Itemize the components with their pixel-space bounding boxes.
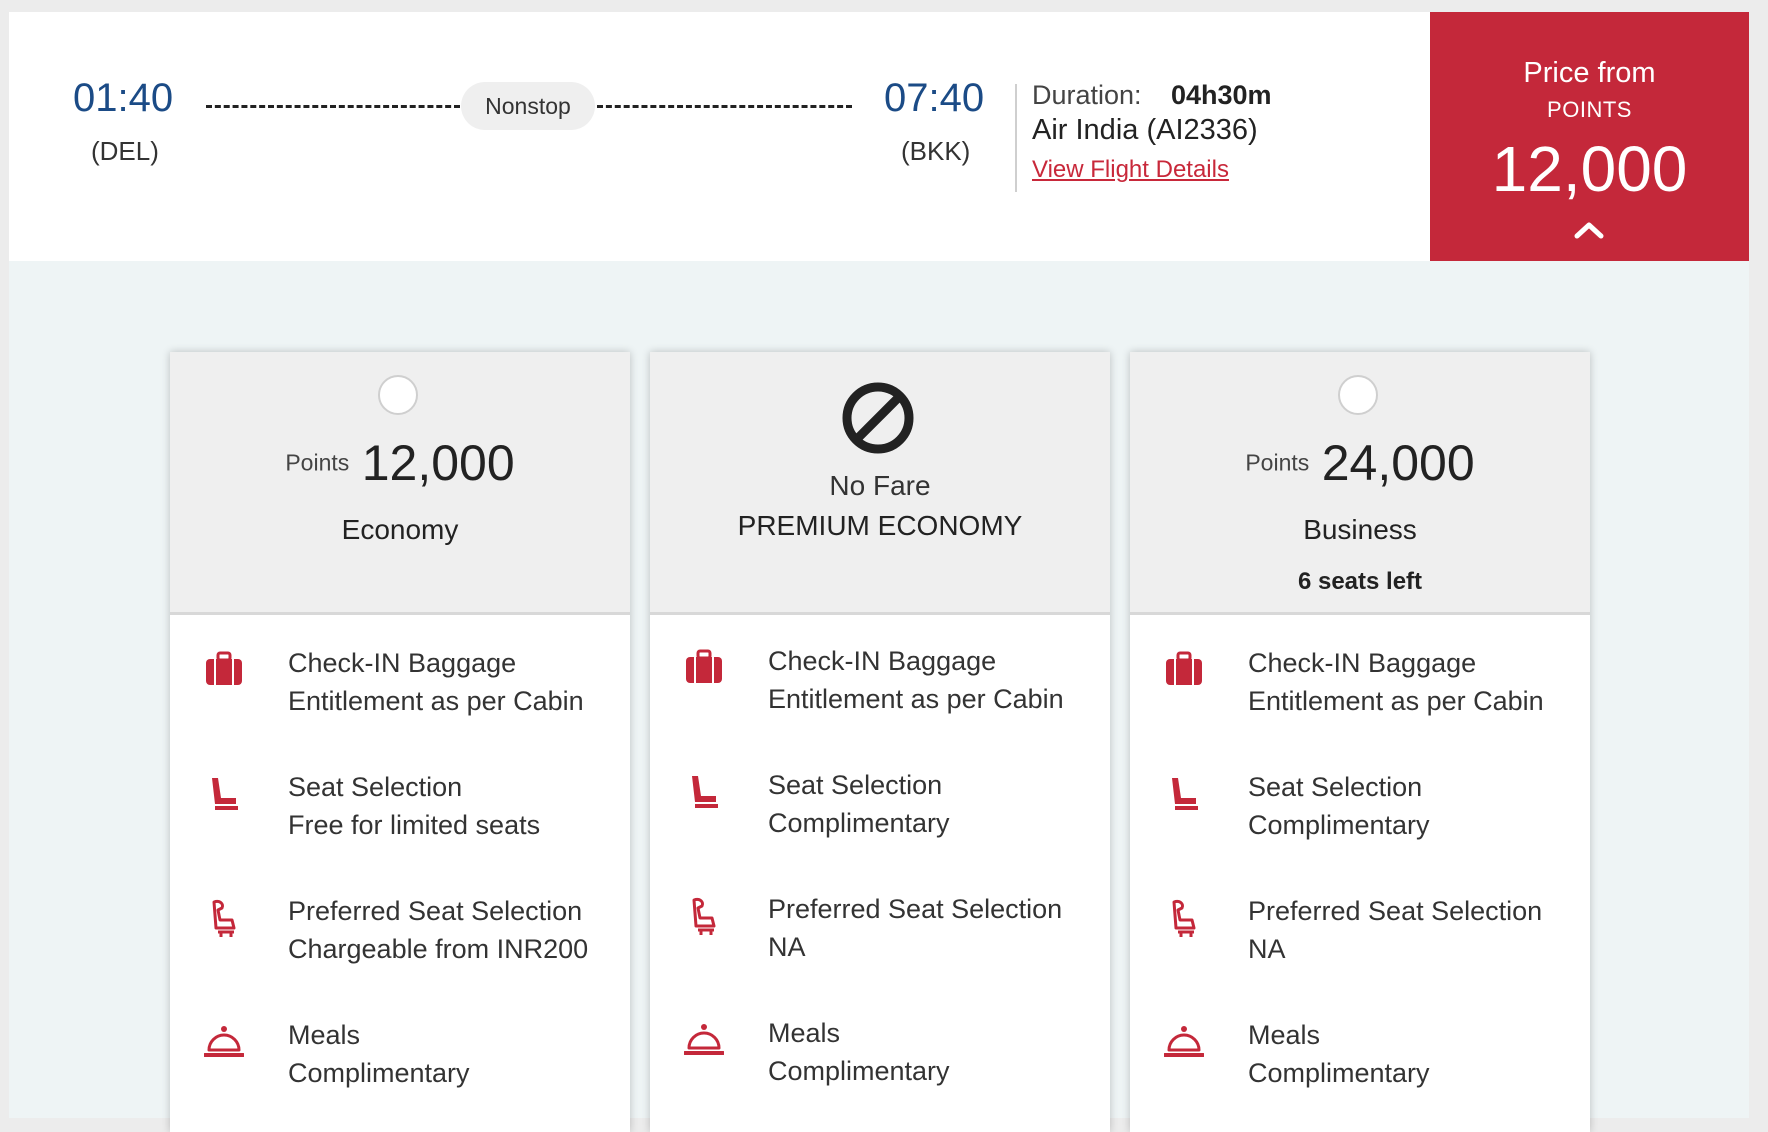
feature-title: Check-IN Baggage: [768, 646, 997, 676]
feature-title: Meals: [768, 1018, 841, 1048]
departure-time: 01:40: [73, 76, 174, 120]
price-value: 12,000: [1491, 133, 1688, 205]
flight-result-panel: 01:40 (DEL) Nonstop 07:40 (BKK) Duration…: [9, 12, 1749, 1132]
points-value: 12,000: [361, 435, 515, 491]
fare-card-economy: Points 12,000 Economy Check-IN Baggage E…: [170, 352, 630, 1132]
arrival-time: 07:40: [884, 76, 985, 120]
no-fare-icon: [842, 382, 914, 454]
flight-summary: 01:40 (DEL) Nonstop 07:40 (BKK) Duration…: [9, 12, 1749, 261]
seats-left-badge: 6 seats left: [1297, 568, 1423, 595]
feature-value: Entitlement as per Cabin: [768, 684, 1064, 714]
price-from-toggle[interactable]: Price from POINTS 12,000: [1430, 12, 1749, 261]
feature-title: Preferred Seat Selection: [288, 896, 583, 926]
feature-value: Complimentary: [768, 1056, 950, 1086]
price-title: Price from: [1523, 57, 1656, 89]
baggage-icon: [686, 649, 722, 683]
feature-value: Complimentary: [1248, 1058, 1430, 1088]
cabin-name: PREMIUM ECONOMY: [737, 510, 1023, 541]
points-value: 24,000: [1321, 435, 1475, 491]
seat-icon: [212, 778, 238, 810]
preferred-seat-icon: [212, 900, 236, 937]
seat-icon: [1172, 778, 1198, 810]
feature-value: Complimentary: [288, 1058, 470, 1088]
fare-card-header: Points 24,000 Business 6 seats left: [1130, 352, 1590, 615]
feature-title: Meals: [288, 1020, 361, 1050]
feature-title: Preferred Seat Selection: [1248, 896, 1543, 926]
seat-icon: [692, 776, 718, 808]
meal-icon: [204, 1026, 244, 1057]
feature-title: Seat Selection: [768, 770, 943, 800]
fare-points: Points 12,000: [170, 434, 630, 492]
feature-value: NA: [1248, 934, 1286, 964]
price-unit: POINTS: [1547, 97, 1632, 122]
fare-card-header: No Fare PREMIUM ECONOMY: [650, 352, 1110, 615]
departure-airport: (DEL): [91, 136, 159, 166]
cabin-name: Business: [1303, 514, 1417, 545]
no-fare-label: No Fare: [829, 470, 931, 501]
feature-value: Chargeable from INR200: [288, 934, 589, 964]
fare-card-premium-economy: No Fare PREMIUM ECONOMY Check-IN Baggage…: [650, 352, 1110, 1132]
feature-value: Entitlement as per Cabin: [288, 686, 584, 716]
view-flight-details-link[interactable]: View Flight Details: [1032, 156, 1229, 184]
fare-points: Points 24,000: [1130, 434, 1590, 492]
feature-value: Complimentary: [768, 808, 950, 838]
cabin-name: Economy: [341, 514, 459, 545]
baggage-icon: [1166, 651, 1202, 685]
feature-title: Seat Selection: [288, 772, 463, 802]
feature-value: Free for limited seats: [288, 810, 541, 840]
feature-title: Check-IN Baggage: [288, 648, 517, 678]
feature-value: Complimentary: [1248, 810, 1430, 840]
arrival-airport: (BKK): [901, 136, 971, 166]
duration-label: Duration:: [1032, 80, 1142, 110]
route-line-left: [206, 105, 460, 108]
points-label: Points: [1245, 449, 1310, 476]
fare-select-radio[interactable]: [1338, 375, 1378, 415]
feature-title: Check-IN Baggage: [1248, 648, 1477, 678]
feature-title: Seat Selection: [1248, 772, 1423, 802]
feature-title: Meals: [1248, 1020, 1321, 1050]
preferred-seat-icon: [692, 898, 716, 935]
airline-flight-number: Air India (AI2336): [1032, 114, 1258, 146]
duration-value: 04h30m: [1171, 80, 1272, 110]
meal-icon: [684, 1024, 724, 1055]
fare-card-business: Points 24,000 Business 6 seats left Chec…: [1130, 352, 1590, 1132]
feature-title: Preferred Seat Selection: [768, 894, 1063, 924]
preferred-seat-icon: [1172, 900, 1196, 937]
route-line-right: [597, 105, 852, 108]
feature-value: Entitlement as per Cabin: [1248, 686, 1544, 716]
fare-card-header: Points 12,000 Economy: [170, 352, 630, 615]
chevron-up-icon[interactable]: [1573, 220, 1605, 240]
baggage-icon: [206, 651, 242, 685]
divider: [1015, 84, 1017, 192]
points-label: Points: [285, 449, 350, 476]
fare-select-radio[interactable]: [378, 375, 418, 415]
meal-icon: [1164, 1026, 1204, 1057]
feature-value: NA: [768, 932, 806, 962]
stops-badge: Nonstop: [461, 82, 595, 130]
